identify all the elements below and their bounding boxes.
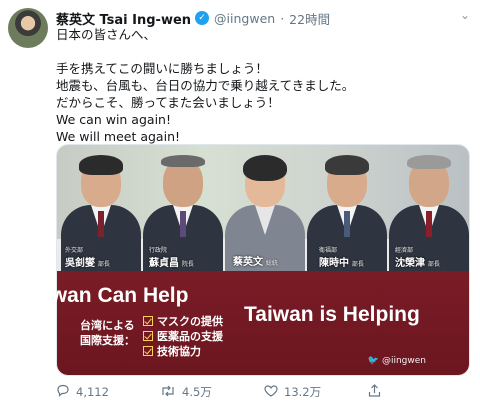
support-items: マスクの提供 医薬品の支援 技術協力 bbox=[143, 314, 223, 359]
person-label: 行政院 蘇貞昌 院長 bbox=[149, 247, 194, 269]
tweet-line: We can win again! bbox=[56, 112, 171, 127]
heart-icon bbox=[264, 384, 278, 400]
support-item: マスクの提供 bbox=[143, 314, 223, 329]
tweet-actions: 4,112 4.5万 13.2万 bbox=[56, 382, 470, 402]
verified-badge-icon: ✓ bbox=[195, 11, 210, 25]
support-item: 技術協力 bbox=[143, 344, 223, 359]
person-label: 衛福部 陳時中 部長 bbox=[319, 247, 364, 269]
timestamp[interactable]: 22時間 bbox=[289, 9, 330, 28]
display-name[interactable]: 蔡英文 Tsai Ing-wen bbox=[56, 9, 191, 28]
checkbox-icon bbox=[143, 316, 153, 326]
tweet-header: 蔡英文 Tsai Ing-wen ✓ @iingwen · 22時間 bbox=[56, 8, 330, 28]
tweet-line: 日本の皆さんへ、 bbox=[56, 27, 157, 42]
person-label: 經濟部 沈榮津 部長 bbox=[395, 247, 440, 269]
person-label: 蔡英文 総統 bbox=[233, 257, 278, 268]
share-icon bbox=[368, 384, 381, 400]
tweet-line: 地震も、台風も、台日の協力で乗り越えてきました。 bbox=[56, 78, 355, 93]
checkbox-icon bbox=[143, 346, 153, 356]
avatar[interactable] bbox=[8, 8, 48, 48]
support-item: 医薬品の支援 bbox=[143, 329, 223, 344]
share-button[interactable] bbox=[368, 384, 387, 400]
retweet-count: 4.5万 bbox=[182, 385, 212, 399]
image-watermark: 🐦 @iingwen bbox=[367, 356, 426, 366]
reply-icon bbox=[56, 384, 70, 400]
like-count: 13.2万 bbox=[284, 385, 322, 399]
like-button[interactable]: 13.2万 bbox=[264, 384, 368, 400]
retweet-icon bbox=[160, 385, 176, 400]
support-title: 台湾による 国際支援： bbox=[80, 319, 135, 347]
slogan-taiwan-can-help: Taiwan Can Help bbox=[22, 284, 189, 307]
reply-button[interactable]: 4,112 bbox=[56, 384, 160, 400]
tweet-line: We will meet again! bbox=[56, 129, 180, 144]
tweet: 蔡英文 Tsai Ing-wen ✓ @iingwen · 22時間 ⌄ 日本の… bbox=[0, 0, 480, 406]
chevron-down-icon[interactable]: ⌄ bbox=[460, 8, 470, 22]
checkbox-icon bbox=[143, 331, 153, 341]
retweet-button[interactable]: 4.5万 bbox=[160, 384, 264, 400]
twitter-bird-icon: 🐦 bbox=[367, 356, 380, 366]
reply-count: 4,112 bbox=[76, 385, 109, 399]
tweet-text: 日本の皆さんへ、 手を携えてこの闘いに勝ちましょう！ 地震も、台風も、台日の協力… bbox=[56, 26, 466, 145]
user-handle[interactable]: @iingwen bbox=[214, 11, 275, 26]
slogan-taiwan-is-helping: Taiwan is Helping bbox=[244, 303, 420, 326]
tweet-line: 手を携えてこの闘いに勝ちましょう！ bbox=[56, 61, 268, 76]
person-label: 外交部 吳釗燮 部長 bbox=[65, 247, 110, 269]
separator-dot: · bbox=[280, 10, 285, 26]
tweet-line: だからこそ、勝ってまた会いましょう！ bbox=[56, 95, 280, 110]
